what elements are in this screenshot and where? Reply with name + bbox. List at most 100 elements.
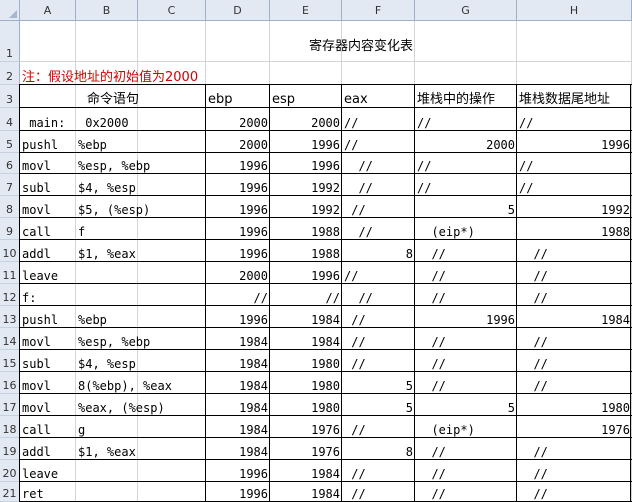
cell-r14-g[interactable]: // xyxy=(415,328,517,350)
cell-r20-a[interactable]: leave xyxy=(20,460,76,482)
header-stack-end-address[interactable]: 堆栈数据尾地址 xyxy=(517,85,632,108)
cell-r13-g[interactable]: 1996 xyxy=(415,306,517,328)
row-header-11[interactable]: 11 xyxy=(0,262,20,284)
cell-r15-d[interactable]: 1984 xyxy=(206,350,270,372)
cell-r14-a[interactable]: movl xyxy=(20,328,76,350)
cell-r4-e[interactable]: 2000 xyxy=(270,108,342,131)
column-header-e[interactable]: E xyxy=(270,0,342,21)
cell-r9-e[interactable]: 1988 xyxy=(270,218,342,240)
cell-r12-a[interactable]: f: xyxy=(20,284,76,306)
cell-r6-f[interactable]: // xyxy=(342,153,415,174)
cell-r12-d[interactable]: // xyxy=(206,284,270,306)
cell-r11-f[interactable]: // xyxy=(342,262,415,284)
cell-r16-b[interactable]: 8(%ebp), %eax xyxy=(76,372,206,394)
cell-r11-d[interactable]: 2000 xyxy=(206,262,270,284)
header-ebp[interactable]: ebp xyxy=(206,85,270,108)
cell-r9-g[interactable]: (eip*) xyxy=(415,218,517,240)
cell-r18-h[interactable]: 1976 xyxy=(517,416,632,438)
cell-r18-e[interactable]: 1976 xyxy=(270,416,342,438)
cell-r11-e[interactable]: 1996 xyxy=(270,262,342,284)
cell-r10-b[interactable]: $1, %eax xyxy=(76,240,206,262)
cell-r14-f[interactable]: // xyxy=(342,328,415,350)
row-header-15[interactable]: 15 xyxy=(0,350,20,372)
cell-r21-d[interactable]: 1996 xyxy=(206,482,270,502)
row-header-16[interactable]: 16 xyxy=(0,372,20,394)
cell-r18-d[interactable]: 1984 xyxy=(206,416,270,438)
cell-r4-h[interactable]: // xyxy=(517,108,632,131)
row-header-6[interactable]: 6 xyxy=(0,153,20,174)
cell-r12-g[interactable]: // xyxy=(415,284,517,306)
cell-r5-a[interactable]: pushl xyxy=(20,131,76,153)
row-header-17[interactable]: 17 xyxy=(0,394,20,416)
cell-r12-b[interactable] xyxy=(76,284,206,306)
initial-address-note[interactable]: 注：假设地址的初始值为2000 xyxy=(22,64,198,85)
cell-r17-g[interactable]: 5 xyxy=(415,394,517,416)
cell-r17-b[interactable]: %eax, (%esp) xyxy=(76,394,206,416)
row-header-19[interactable]: 19 xyxy=(0,438,20,460)
cell-r17-a[interactable]: movl xyxy=(20,394,76,416)
cell-r19-f[interactable]: 8 xyxy=(342,438,415,460)
cell-r21-b[interactable] xyxy=(76,482,206,502)
row-header-20[interactable]: 20 xyxy=(0,460,20,482)
column-header-b[interactable]: B xyxy=(76,0,138,21)
row-header-10[interactable]: 10 xyxy=(0,240,20,262)
row-header-9[interactable]: 9 xyxy=(0,218,20,240)
cell-r19-a[interactable]: addl xyxy=(20,438,76,460)
cell-r17-d[interactable]: 1984 xyxy=(206,394,270,416)
cell-r20-h[interactable]: // xyxy=(517,460,632,482)
cell-r15-b[interactable]: $4, %esp xyxy=(76,350,206,372)
row-header-12[interactable]: 12 xyxy=(0,284,20,306)
cell-r12-h[interactable]: // xyxy=(517,284,632,306)
cell-r19-h[interactable]: // xyxy=(517,438,632,460)
cell-r21-e[interactable]: 1984 xyxy=(270,482,342,502)
cell-r6-h[interactable]: // xyxy=(517,153,632,174)
cell-r9-h[interactable]: 1988 xyxy=(517,218,632,240)
header-stack-operation[interactable]: 堆栈中的操作 xyxy=(415,85,517,108)
cell-r16-d[interactable]: 1984 xyxy=(206,372,270,394)
cell-r4-f[interactable]: // xyxy=(342,108,415,131)
cell-r9-b[interactable]: f xyxy=(76,218,206,240)
cell-r21-h[interactable]: // xyxy=(517,482,632,502)
row-header-14[interactable]: 14 xyxy=(0,328,20,350)
cell-r17-e[interactable]: 1980 xyxy=(270,394,342,416)
cell-r15-f[interactable]: // xyxy=(342,350,415,372)
column-header-a[interactable]: A xyxy=(20,0,76,21)
cell-r14-e[interactable]: 1984 xyxy=(270,328,342,350)
cell-r5-d[interactable]: 2000 xyxy=(206,131,270,153)
cell-r21-g[interactable]: // xyxy=(415,482,517,502)
cell-r14-h[interactable]: // xyxy=(517,328,632,350)
cell-r20-f[interactable]: // xyxy=(342,460,415,482)
cell-r16-e[interactable]: 1980 xyxy=(270,372,342,394)
cell-r11-h[interactable]: // xyxy=(517,262,632,284)
row-header-21[interactable]: 21 xyxy=(0,482,20,502)
cell-r5-f[interactable]: // xyxy=(342,131,415,153)
cell-r11-a[interactable]: leave xyxy=(20,262,76,284)
row-header-3[interactable]: 3 xyxy=(0,85,20,108)
row-header-7[interactable]: 7 xyxy=(0,174,20,196)
cell-r13-f[interactable]: // xyxy=(342,306,415,328)
cell-r16-h[interactable]: // xyxy=(517,372,632,394)
cell-r13-e[interactable]: 1984 xyxy=(270,306,342,328)
row-header-4[interactable]: 4 xyxy=(0,108,20,131)
row-header-1[interactable]: 1 xyxy=(0,21,20,62)
column-header-h[interactable]: H xyxy=(517,0,632,21)
cell-r19-d[interactable]: 1984 xyxy=(206,438,270,460)
cell-r6-g[interactable]: // xyxy=(415,153,517,174)
cell-r18-a[interactable]: call xyxy=(20,416,76,438)
cell-r15-h[interactable]: // xyxy=(517,350,632,372)
cell-r21-f[interactable]: // xyxy=(342,482,415,502)
cell-r13-d[interactable]: 1996 xyxy=(206,306,270,328)
cell-r5-h[interactable]: 1996 xyxy=(517,131,632,153)
cell-r14-d[interactable]: 1984 xyxy=(206,328,270,350)
cell-r20-b[interactable] xyxy=(76,460,206,482)
cell-r12-e[interactable]: // xyxy=(270,284,342,306)
cell-r8-e[interactable]: 1992 xyxy=(270,196,342,218)
row-header-8[interactable]: 8 xyxy=(0,196,20,218)
cell-r4-d[interactable]: 2000 xyxy=(206,108,270,131)
cell-r19-e[interactable]: 1976 xyxy=(270,438,342,460)
cell-r5-e[interactable]: 1996 xyxy=(270,131,342,153)
cell-r10-a[interactable]: addl xyxy=(20,240,76,262)
cell-r6-a[interactable]: movl xyxy=(20,153,76,174)
cell-r16-f[interactable]: 5 xyxy=(342,372,415,394)
row-header-18[interactable]: 18 xyxy=(0,416,20,438)
